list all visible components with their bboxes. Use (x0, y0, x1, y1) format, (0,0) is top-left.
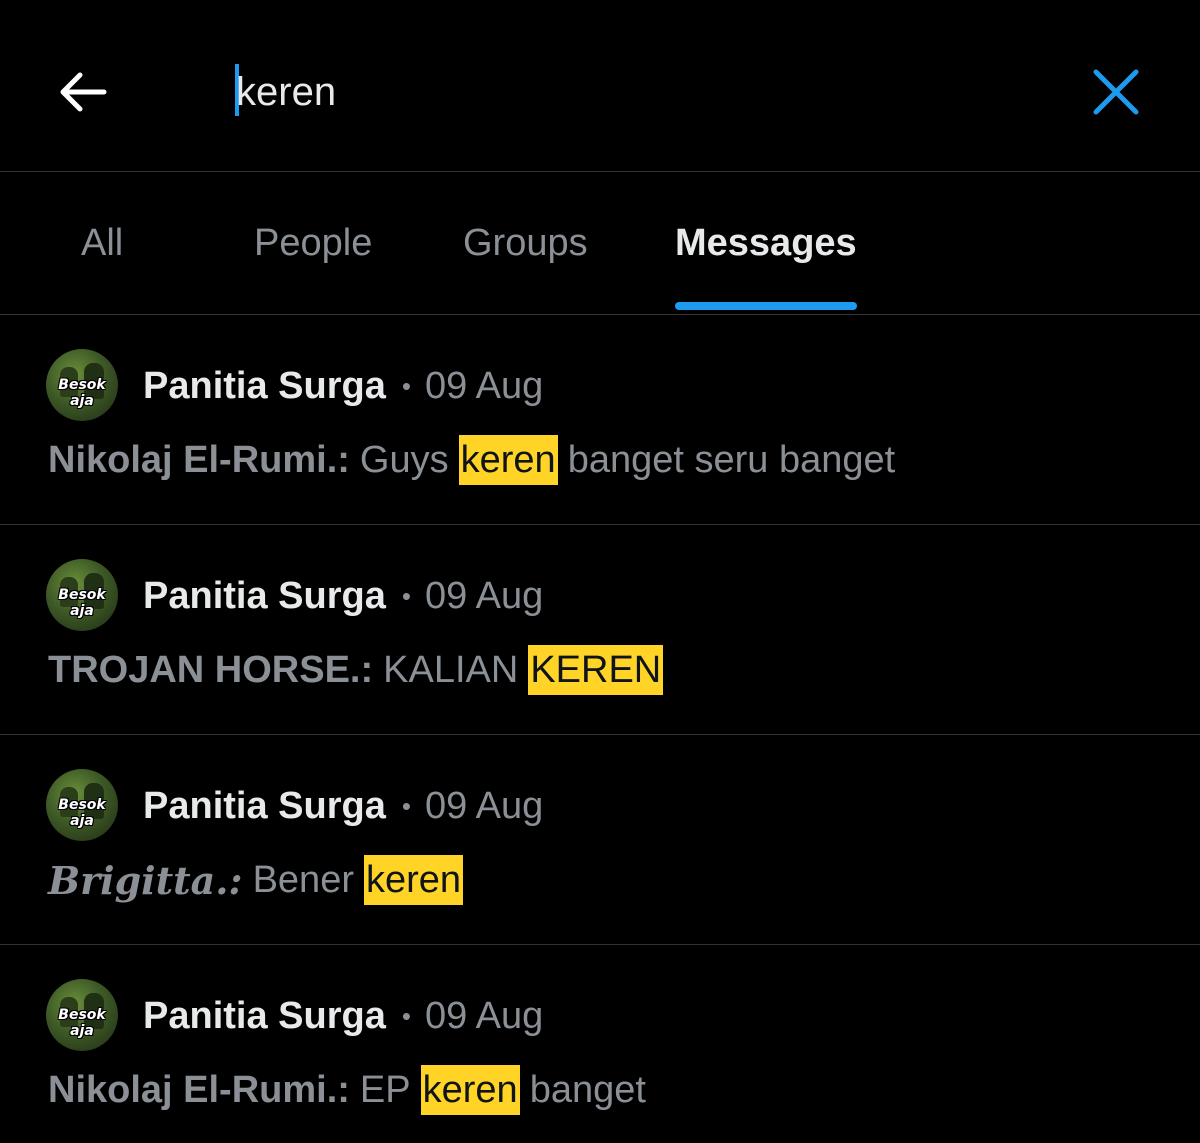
message-result[interactable]: Besok aja Panitia Surga • 09 Aug TROJAN … (0, 525, 1200, 735)
separator-dot: • (401, 1000, 411, 1031)
group-name: Panitia Surga (143, 574, 386, 617)
search-tabs: All People Groups Messages (0, 172, 1200, 315)
tab-all[interactable]: All (81, 222, 123, 312)
search-input[interactable] (236, 62, 1036, 122)
search-match-highlight: keren (363, 855, 464, 905)
sender-name: TROJAN HORSE.: (48, 648, 374, 691)
group-name: Panitia Surga (143, 994, 386, 1037)
message-result[interactable]: Besok aja Panitia Surga • 09 Aug Brigitt… (0, 735, 1200, 945)
clear-search-button[interactable] (1086, 62, 1146, 122)
message-date: 09 Aug (424, 364, 544, 407)
back-button[interactable] (52, 62, 112, 122)
group-avatar: Besok aja (46, 769, 118, 841)
group-name: Panitia Surga (143, 784, 386, 827)
sender-name: Nikolaj El-Rumi.: (48, 438, 350, 481)
message-date: 09 Aug (424, 574, 544, 617)
search-match-highlight: keren (420, 1065, 520, 1115)
tab-messages[interactable]: Messages (675, 222, 857, 312)
message-result[interactable]: Besok aja Panitia Surga • 09 Aug Nikolaj… (0, 945, 1200, 1143)
tab-label: Messages (675, 222, 857, 264)
message-text-before: EP (359, 1068, 411, 1111)
message-text-before: Bener (252, 858, 354, 901)
search-match-highlight: keren (458, 435, 558, 485)
arrow-left-icon (60, 72, 107, 112)
message-result[interactable]: Besok aja Panitia Surga • 09 Aug Nikolaj… (0, 315, 1200, 525)
search-header (0, 0, 1200, 172)
tab-label: Groups (463, 222, 588, 264)
group-avatar: Besok aja (46, 559, 118, 631)
search-match-highlight: KEREN (528, 645, 664, 695)
message-preview: Brigitta.: Bener keren (48, 855, 473, 905)
message-date: 09 Aug (424, 784, 544, 827)
separator-dot: • (401, 580, 411, 611)
group-avatar: Besok aja (46, 979, 118, 1051)
separator-dot: • (401, 790, 411, 821)
tab-label: People (254, 222, 373, 264)
tab-label: All (81, 222, 124, 264)
group-name: Panitia Surga (143, 364, 386, 407)
message-text-after: banget seru banget (567, 438, 896, 481)
close-icon (1093, 69, 1139, 115)
tab-groups[interactable]: Groups (463, 222, 588, 312)
message-preview: Nikolaj El-Rumi.: Guys keren banget seru… (48, 435, 895, 485)
group-avatar: Besok aja (46, 349, 118, 421)
active-tab-indicator (675, 302, 857, 310)
message-preview: Nikolaj El-Rumi.: EP keren banget (48, 1065, 646, 1115)
sender-name: Brigitta.: (48, 857, 243, 903)
search-results-list: Besok aja Panitia Surga • 09 Aug Nikolaj… (0, 315, 1200, 1143)
message-text-after: banget (529, 1068, 646, 1111)
message-text-before: Guys (359, 438, 449, 481)
separator-dot: • (401, 370, 411, 401)
message-text-before: KALIAN (383, 648, 519, 691)
tab-people[interactable]: People (254, 222, 372, 312)
message-date: 09 Aug (424, 994, 544, 1037)
sender-name: Nikolaj El-Rumi.: (48, 1068, 350, 1111)
message-preview: TROJAN HORSE.: KALIAN KEREN (48, 645, 673, 695)
